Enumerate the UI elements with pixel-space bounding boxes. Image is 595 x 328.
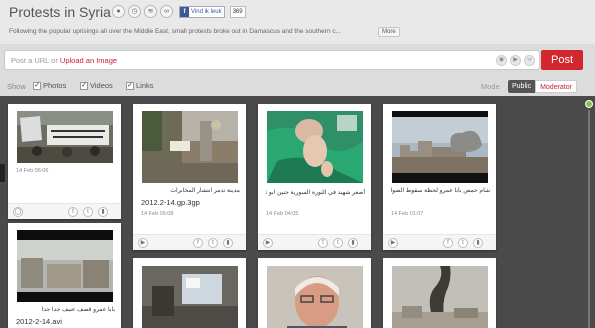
card-date: 14 Feb 05:08 — [141, 211, 174, 217]
mode-public-button[interactable]: Public — [508, 80, 536, 93]
photos-label: Photos — [43, 81, 67, 90]
page-title: Protests in Syria — [9, 4, 111, 20]
video-type-icon: ▶ — [263, 238, 273, 248]
twitter-share-icon[interactable]: t — [83, 207, 93, 217]
filter-bar: Show ✓ Photos ✓ Videos ✓ Links Mode Publ… — [0, 80, 595, 94]
page-header: Protests in Syria ● ◷ ≋ ∞ f Vind ik leuk… — [0, 0, 595, 44]
card-footer: ▶ f t ▮ — [133, 234, 246, 250]
card-footer: ◯ f t ▮ — [8, 203, 121, 219]
upload-image-link[interactable]: Upload an Image — [60, 56, 117, 65]
facebook-share-icon[interactable]: f — [68, 207, 78, 217]
card-footer: ▶ f t ▮ — [383, 234, 496, 250]
stream-card[interactable] — [133, 258, 246, 328]
more-button[interactable]: More — [378, 27, 400, 37]
link-attach-icon[interactable]: ∞ — [524, 55, 535, 66]
twitter-share-icon[interactable]: t — [458, 238, 468, 248]
filter-videos[interactable]: ✓ Videos — [80, 81, 113, 90]
post-placeholder: Post a URL or Upload an Image — [11, 56, 117, 65]
card-thumbnail[interactable] — [17, 111, 113, 163]
twitter-share-icon[interactable]: t — [208, 238, 218, 248]
facebook-share-icon[interactable]: f — [443, 238, 453, 248]
card-thumbnail[interactable] — [142, 266, 238, 328]
card-date: 14 Feb 06:06 — [16, 168, 49, 174]
facebook-like-count: 369 — [229, 5, 246, 18]
vertical-scrollbar[interactable] — [583, 96, 595, 328]
card-filename: 2012.2-14.gp.3gp — [141, 198, 200, 207]
stream-card[interactable]: بابا عمرو قصف عنيف جدا جدا 2012-2-14.avi — [8, 223, 121, 328]
scroll-track[interactable] — [588, 110, 590, 328]
card-thumbnail[interactable] — [392, 111, 488, 183]
links-label: Links — [136, 81, 154, 90]
comment-icon[interactable]: ▮ — [98, 207, 108, 217]
stream-card[interactable]: أصغر شهيد في الثورة السورية جنين ابو ثما… — [258, 104, 371, 250]
post-button[interactable]: Post — [541, 50, 583, 70]
location-icon[interactable]: ● — [112, 5, 125, 18]
videos-label: Videos — [90, 81, 113, 90]
video-type-icon: ▶ — [388, 238, 398, 248]
filter-links[interactable]: ✓ Links — [126, 81, 154, 90]
link-icon[interactable]: ∞ — [160, 5, 173, 18]
post-attach-icons: ◉ ▶ ∞ — [496, 55, 535, 66]
stream-card[interactable]: 14 Feb 06:06 ◯ f t ▮ — [8, 104, 121, 219]
comment-icon[interactable]: ▮ — [348, 238, 358, 248]
stream-area: 14 Feb 06:06 ◯ f t ▮ مدينة تدمر انتشار ا… — [0, 96, 595, 328]
mode-moderator-button[interactable]: Moderator — [535, 80, 577, 93]
rss-icon[interactable]: ≋ — [144, 5, 157, 18]
clock-icon[interactable]: ◷ — [128, 5, 141, 18]
header-actions: ● ◷ ≋ ∞ f Vind ik leuk 369 — [112, 5, 246, 18]
photo-type-icon: ◯ — [13, 207, 23, 217]
videos-checkbox[interactable]: ✓ — [80, 81, 88, 90]
links-checkbox[interactable]: ✓ — [126, 81, 134, 90]
post-input[interactable]: Post a URL or Upload an Image ◉ ▶ ∞ — [4, 50, 540, 70]
comment-icon[interactable]: ▮ — [223, 238, 233, 248]
card-date: 14 Feb 04:05 — [266, 211, 299, 217]
stream-card[interactable]: شام حمص بابا عمرو لحظة سقوط الصواريخ على… — [383, 104, 496, 250]
facebook-like-button[interactable]: f Vind ik leuk — [179, 5, 225, 18]
card-caption: بابا عمرو قصف عنيف جدا جدا — [41, 307, 115, 313]
mode-toggle: Public Moderator — [508, 80, 577, 93]
card-caption: شام حمص بابا عمرو لحظة سقوط الصواريخ على… — [391, 188, 490, 194]
post-placeholder-text: Post a URL or — [11, 56, 60, 65]
facebook-icon: f — [180, 6, 189, 17]
card-thumbnail[interactable] — [392, 266, 488, 328]
photos-checkbox[interactable]: ✓ — [33, 81, 41, 90]
stream-card[interactable]: مدينة تدمر انتشار المخابرات 2012.2-14.gp… — [133, 104, 246, 250]
card-thumbnail[interactable] — [267, 266, 363, 328]
video-type-icon: ▶ — [138, 238, 148, 248]
card-thumbnail[interactable] — [17, 230, 113, 302]
video-icon[interactable]: ▶ — [510, 55, 521, 66]
scroll-handle[interactable] — [585, 100, 593, 108]
twitter-share-icon[interactable]: t — [333, 238, 343, 248]
card-footer: ▶ f t ▮ — [258, 234, 371, 250]
page-description: Following the popular uprisings all over… — [9, 28, 342, 35]
card-caption: مدينة تدمر انتشار المخابرات — [170, 188, 240, 194]
card-caption: أصغر شهيد في الثورة السورية جنين ابو ثما… — [266, 190, 365, 196]
card-thumbnail[interactable] — [267, 111, 363, 183]
stream-card[interactable] — [258, 258, 371, 328]
show-label: Show — [7, 82, 26, 91]
card-date: 14 Feb 01:07 — [391, 211, 424, 217]
mode-label: Mode — [481, 82, 500, 91]
facebook-share-icon[interactable]: f — [318, 238, 328, 248]
facebook-like-label: Vind ik leuk — [191, 8, 222, 15]
card-filename: 2012-2-14.avi — [16, 317, 62, 326]
side-drawer-handle[interactable] — [0, 164, 5, 182]
stream-card[interactable] — [383, 258, 496, 328]
card-thumbnail[interactable] — [142, 111, 238, 183]
filter-photos[interactable]: ✓ Photos — [33, 81, 66, 90]
camera-icon[interactable]: ◉ — [496, 55, 507, 66]
comment-icon[interactable]: ▮ — [473, 238, 483, 248]
facebook-share-icon[interactable]: f — [193, 238, 203, 248]
